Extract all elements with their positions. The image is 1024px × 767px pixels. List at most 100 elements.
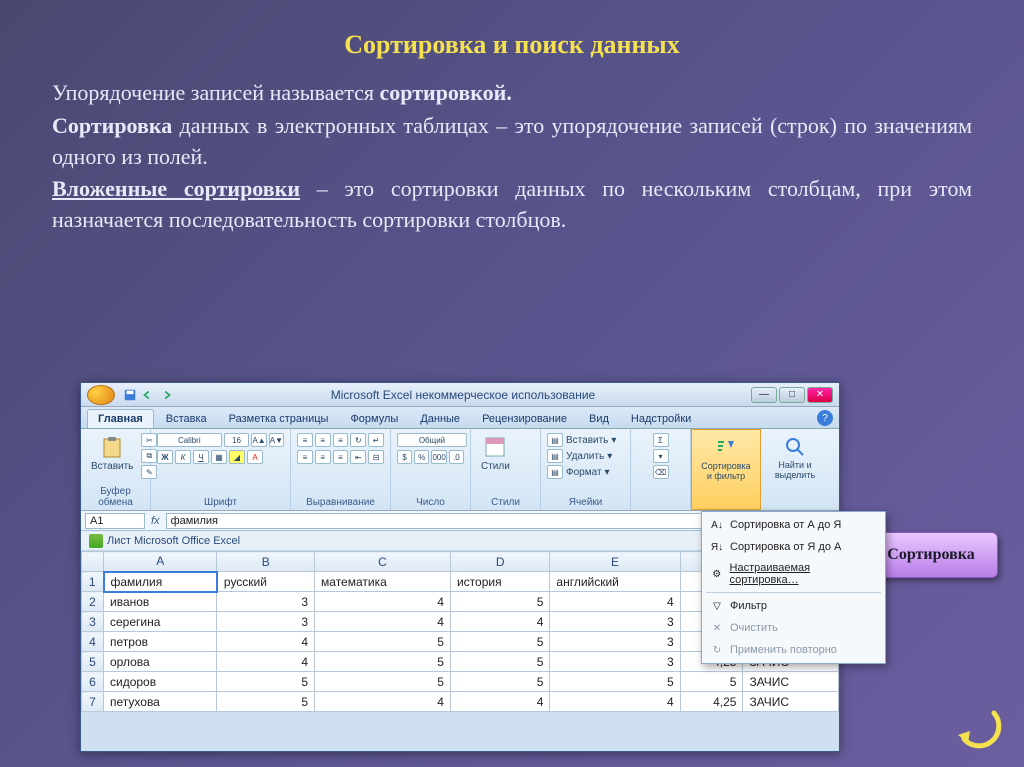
fill-icon[interactable]: ▾ <box>653 449 669 463</box>
bold-icon[interactable]: Ж <box>157 450 173 464</box>
col-B[interactable]: B <box>217 552 315 572</box>
grow-font-icon[interactable]: A▲ <box>251 433 266 447</box>
close-button[interactable]: ✕ <box>807 387 833 403</box>
cell[interactable]: сидоров <box>104 672 217 692</box>
group-sort-filter[interactable]: Сортировка и фильтр <box>691 429 761 510</box>
cell[interactable]: 4 <box>217 632 315 652</box>
cell[interactable]: 4 <box>315 692 451 712</box>
dd-filter[interactable]: ▽Фильтр <box>702 595 885 617</box>
tab-addins[interactable]: Надстройки <box>621 410 701 428</box>
cell[interactable]: 4 <box>450 612 549 632</box>
cells-format[interactable]: ▤Формат ▾ <box>547 465 624 479</box>
cell[interactable]: 3 <box>550 612 680 632</box>
cell[interactable]: 4,25 <box>680 692 743 712</box>
indent-dec-icon[interactable]: ⇤ <box>350 450 366 464</box>
undo-icon[interactable] <box>141 388 155 402</box>
col-A[interactable]: A <box>104 552 217 572</box>
cell[interactable]: 5 <box>450 592 549 612</box>
cell[interactable]: фамилия <box>104 572 217 592</box>
cell[interactable]: история <box>450 572 549 592</box>
cell[interactable]: 5 <box>550 672 680 692</box>
tab-layout[interactable]: Разметка страницы <box>219 410 339 428</box>
cell[interactable]: 4 <box>550 692 680 712</box>
cell[interactable]: 5 <box>315 672 451 692</box>
align-right-icon[interactable]: ≡ <box>333 450 349 464</box>
cell[interactable]: математика <box>315 572 451 592</box>
merge-icon[interactable]: ⊟ <box>368 450 384 464</box>
cell[interactable]: 4 <box>450 692 549 712</box>
cell[interactable]: 5 <box>450 632 549 652</box>
maximize-button[interactable]: □ <box>779 387 805 403</box>
dd-sort-za[interactable]: Я↓Сортировка от Я до А <box>702 536 885 558</box>
group-find[interactable]: Найти и выделить <box>761 429 829 510</box>
name-box[interactable]: A1 <box>85 513 145 529</box>
cell[interactable]: 3 <box>550 652 680 672</box>
inc-dec-icon[interactable]: .0 <box>449 450 464 464</box>
fx-label[interactable]: fx <box>151 515 160 527</box>
cell[interactable]: ЗАЧИС <box>743 692 839 712</box>
cell[interactable]: 4 <box>315 612 451 632</box>
cell[interactable]: ЗАЧИС <box>743 672 839 692</box>
shrink-font-icon[interactable]: A▼ <box>269 433 284 447</box>
cell[interactable]: 5 <box>450 652 549 672</box>
cell[interactable]: 3 <box>550 632 680 652</box>
tab-data[interactable]: Данные <box>410 410 470 428</box>
redo-icon[interactable] <box>159 388 173 402</box>
number-format-box[interactable]: Общий <box>397 433 467 447</box>
cell[interactable]: иванов <box>104 592 217 612</box>
align-top-icon[interactable]: ≡ <box>297 433 313 447</box>
cell[interactable]: 5 <box>217 672 315 692</box>
comma-icon[interactable]: 000 <box>431 450 446 464</box>
nav-back-arrow[interactable] <box>950 705 1002 749</box>
cell[interactable]: петров <box>104 632 217 652</box>
align-bot-icon[interactable]: ≡ <box>333 433 349 447</box>
styles-button[interactable]: Стили <box>477 433 514 474</box>
cell[interactable]: петухова <box>104 692 217 712</box>
cell[interactable]: 5 <box>217 692 315 712</box>
cell[interactable]: 5 <box>315 632 451 652</box>
cell[interactable]: серегина <box>104 612 217 632</box>
wrap-icon[interactable]: ↵ <box>368 433 384 447</box>
font-color-icon[interactable]: A <box>247 450 263 464</box>
currency-icon[interactable]: $ <box>397 450 412 464</box>
save-icon[interactable] <box>123 388 137 402</box>
tab-home[interactable]: Главная <box>87 409 154 428</box>
font-name-box[interactable]: Calibri <box>157 433 222 447</box>
corner-cell[interactable] <box>82 552 104 572</box>
underline-icon[interactable]: Ч <box>193 450 209 464</box>
align-mid-icon[interactable]: ≡ <box>315 433 331 447</box>
autosum-icon[interactable]: Σ <box>653 433 669 447</box>
help-icon[interactable]: ? <box>817 410 833 426</box>
cell[interactable]: 5 <box>450 672 549 692</box>
cells-delete[interactable]: ▤Удалить ▾ <box>547 449 624 463</box>
cell[interactable]: русский <box>217 572 315 592</box>
col-E[interactable]: E <box>550 552 680 572</box>
minimize-button[interactable]: — <box>751 387 777 403</box>
dd-sort-az[interactable]: A↓Сортировка от А до Я <box>702 514 885 536</box>
cell[interactable]: 5 <box>315 652 451 672</box>
dd-custom-sort[interactable]: ⚙Настраиваемая сортировка… <box>702 558 885 590</box>
fill-color-icon[interactable]: ◢ <box>229 450 245 464</box>
orient-icon[interactable]: ↻ <box>350 433 366 447</box>
tab-formulas[interactable]: Формулы <box>340 410 408 428</box>
cells-insert[interactable]: ▤Вставить ▾ <box>547 433 624 447</box>
italic-icon[interactable]: К <box>175 450 191 464</box>
tab-view[interactable]: Вид <box>579 410 619 428</box>
tab-review[interactable]: Рецензирование <box>472 410 577 428</box>
cell[interactable]: 4 <box>217 652 315 672</box>
cell[interactable]: орлова <box>104 652 217 672</box>
office-button[interactable] <box>87 385 115 405</box>
clear-icon[interactable]: ⌫ <box>653 465 669 479</box>
align-center-icon[interactable]: ≡ <box>315 450 331 464</box>
font-size-box[interactable]: 16 <box>224 433 250 447</box>
paste-button[interactable]: Вставить <box>87 433 137 474</box>
tab-insert[interactable]: Вставка <box>156 410 217 428</box>
align-left-icon[interactable]: ≡ <box>297 450 313 464</box>
border-icon[interactable]: ▦ <box>211 450 227 464</box>
cell[interactable]: 3 <box>217 612 315 632</box>
cell[interactable]: 4 <box>550 592 680 612</box>
cell[interactable]: английский <box>550 572 680 592</box>
cell[interactable]: 4 <box>315 592 451 612</box>
cell[interactable]: 3 <box>217 592 315 612</box>
col-C[interactable]: C <box>315 552 451 572</box>
